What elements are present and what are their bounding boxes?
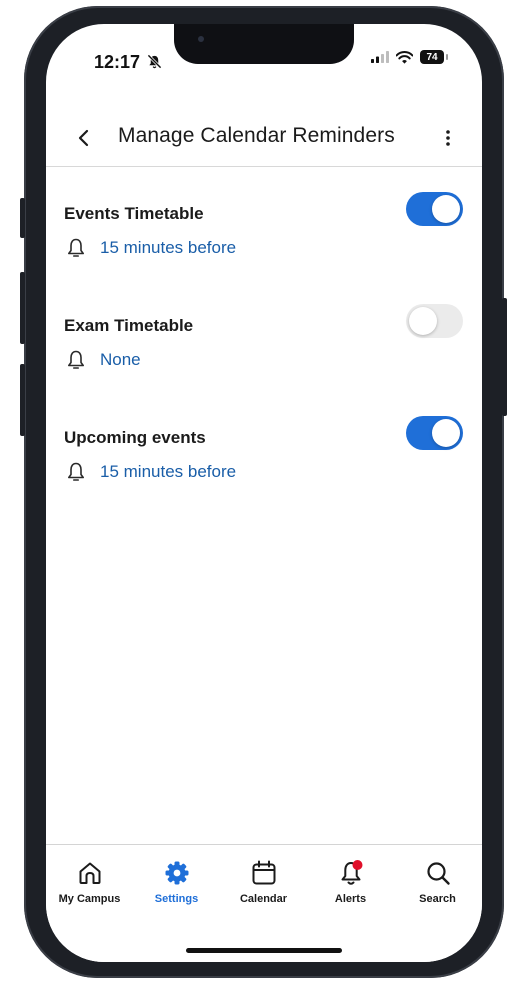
app-header: Manage Calendar Reminders (46, 114, 482, 167)
tab-label: Calendar (239, 893, 288, 905)
back-chevron-icon[interactable] (70, 124, 98, 152)
toggle-knob (409, 307, 437, 335)
tab-label: Search (419, 893, 456, 905)
search-icon (426, 862, 450, 885)
home-icon (79, 862, 100, 884)
exam-timetable-reminder-link[interactable]: None (64, 348, 141, 372)
notch (174, 24, 354, 64)
reminder-value: None (100, 350, 141, 369)
events-timetable-toggle[interactable] (406, 192, 463, 226)
tab-label: Alerts (334, 893, 367, 905)
camera-dot (198, 36, 204, 42)
calendar-icon (252, 860, 275, 885)
status-time: 12:17 (94, 52, 162, 73)
tab-search[interactable]: Search (394, 859, 481, 905)
reminder-value: 15 minutes before (100, 238, 237, 257)
toggle-knob (432, 419, 460, 447)
volume-up-button (20, 272, 25, 344)
mute-switch (20, 198, 25, 238)
home-indicator[interactable] (186, 948, 342, 953)
page-title: Manage Calendar Reminders (118, 124, 395, 147)
tab-alerts[interactable]: Alerts (307, 859, 394, 905)
toggle-knob (432, 195, 460, 223)
tab-my-campus[interactable]: My Campus (46, 859, 133, 905)
exam-timetable-toggle[interactable] (406, 304, 463, 338)
tab-label: Settings (154, 893, 199, 905)
bell-icon (341, 860, 362, 885)
tab-settings[interactable]: Settings (133, 859, 220, 905)
gear-icon (165, 861, 188, 885)
upcoming-events-toggle[interactable] (406, 416, 463, 450)
setting-title: Exam Timetable (64, 316, 194, 335)
reminder-value: 15 minutes before (100, 462, 237, 481)
setting-title: Events Timetable (64, 204, 204, 223)
battery-icon: 74 (420, 50, 448, 64)
bottom-tab-bar: My Campus Settings Calendar Alerts Searc… (46, 844, 482, 962)
bell-icon (68, 238, 84, 257)
battery-level: 74 (426, 51, 438, 63)
power-button (502, 298, 507, 416)
tab-calendar[interactable]: Calendar (220, 859, 307, 905)
status-time-text: 12:17 (94, 52, 141, 72)
upcoming-events-reminder-link[interactable]: 15 minutes before (64, 460, 236, 484)
events-timetable-reminder-link[interactable]: 15 minutes before (64, 236, 236, 260)
wifi-icon (396, 50, 413, 64)
tab-label: My Campus (58, 893, 121, 905)
app-screen: 12:17 74 Manage Calendar Reminders Event… (46, 24, 482, 962)
volume-down-button (20, 364, 25, 436)
bell-icon (68, 350, 84, 369)
silent-mode-icon (147, 54, 162, 69)
bell-icon (68, 462, 84, 481)
signal-icon (371, 51, 389, 63)
more-options-icon[interactable] (436, 126, 460, 150)
status-indicators: 74 (371, 50, 448, 64)
setting-title: Upcoming events (64, 428, 206, 447)
